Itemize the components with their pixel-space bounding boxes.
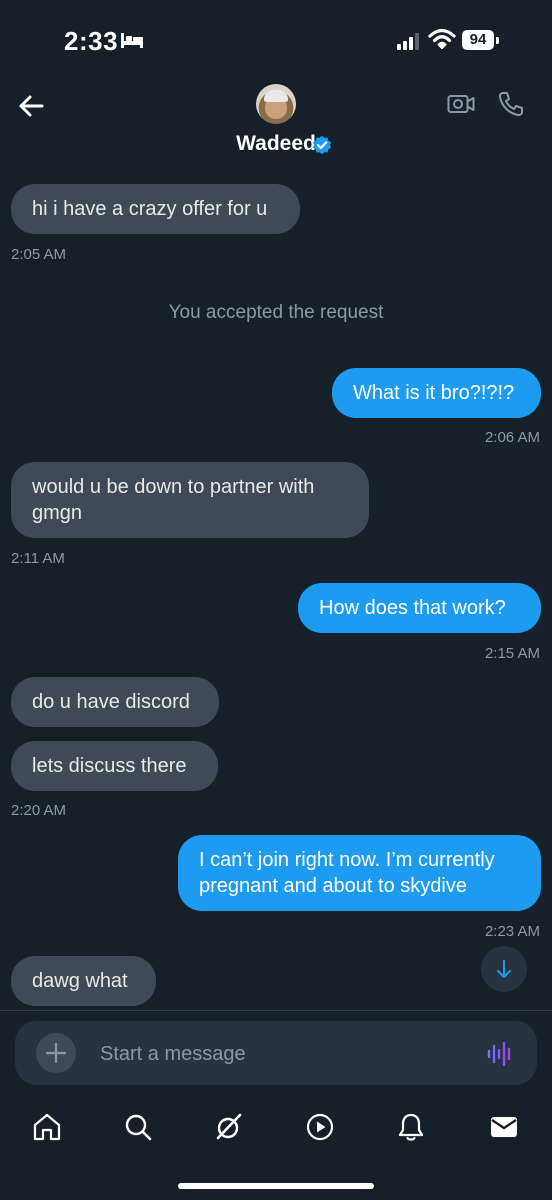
video-call-icon[interactable] <box>447 93 475 115</box>
bed-icon <box>121 33 143 48</box>
status-time: 2:33 <box>64 26 119 56</box>
grok-icon[interactable] <box>214 1112 244 1142</box>
phone-call-icon[interactable] <box>497 90 525 118</box>
incoming-message[interactable]: lets discuss there <box>11 741 218 791</box>
plus-icon <box>45 1042 67 1064</box>
message-timestamp: 2:15 AM <box>484 645 540 662</box>
battery-indicator: 94 <box>462 30 494 50</box>
mail-icon[interactable] <box>489 1112 519 1142</box>
message-timestamp: 2:05 AM <box>11 246 67 263</box>
incoming-message[interactable]: hi i have a crazy offer for u <box>11 184 300 234</box>
message-timestamp: 2:23 AM <box>484 923 540 940</box>
back-arrow-icon[interactable] <box>14 88 50 124</box>
arrow-down-icon <box>497 960 511 978</box>
message-timestamp: 2:20 AM <box>11 802 67 819</box>
home-icon[interactable] <box>32 1112 62 1142</box>
cellular-signal-icon <box>397 33 419 50</box>
verified-badge-icon <box>312 135 332 155</box>
wifi-icon <box>428 28 456 49</box>
scroll-to-bottom-button[interactable] <box>481 946 527 992</box>
message-timestamp: 2:06 AM <box>484 429 540 446</box>
system-notice: You accepted the request <box>168 302 384 323</box>
composer-divider <box>0 1010 552 1011</box>
incoming-message[interactable]: would u be down to partner with gmgn <box>11 462 369 538</box>
avatar[interactable] <box>256 84 296 124</box>
home-indicator <box>178 1183 374 1189</box>
add-media-button[interactable] <box>36 1033 76 1073</box>
bell-icon[interactable] <box>396 1112 426 1142</box>
voice-message-icon[interactable] <box>486 1041 514 1067</box>
search-icon[interactable] <box>123 1112 153 1142</box>
battery-tip <box>496 37 499 44</box>
message-input[interactable] <box>98 1038 462 1070</box>
outgoing-message[interactable]: How does that work? <box>298 583 541 633</box>
incoming-message[interactable]: dawg what <box>11 956 156 1006</box>
outgoing-message[interactable]: What is it bro?!?!? <box>332 368 541 418</box>
video-play-icon[interactable] <box>305 1112 335 1142</box>
message-timestamp: 2:11 AM <box>11 550 65 567</box>
incoming-message[interactable]: do u have discord <box>11 677 219 727</box>
outgoing-message[interactable]: I can’t join right now. I’m currently pr… <box>178 835 541 911</box>
